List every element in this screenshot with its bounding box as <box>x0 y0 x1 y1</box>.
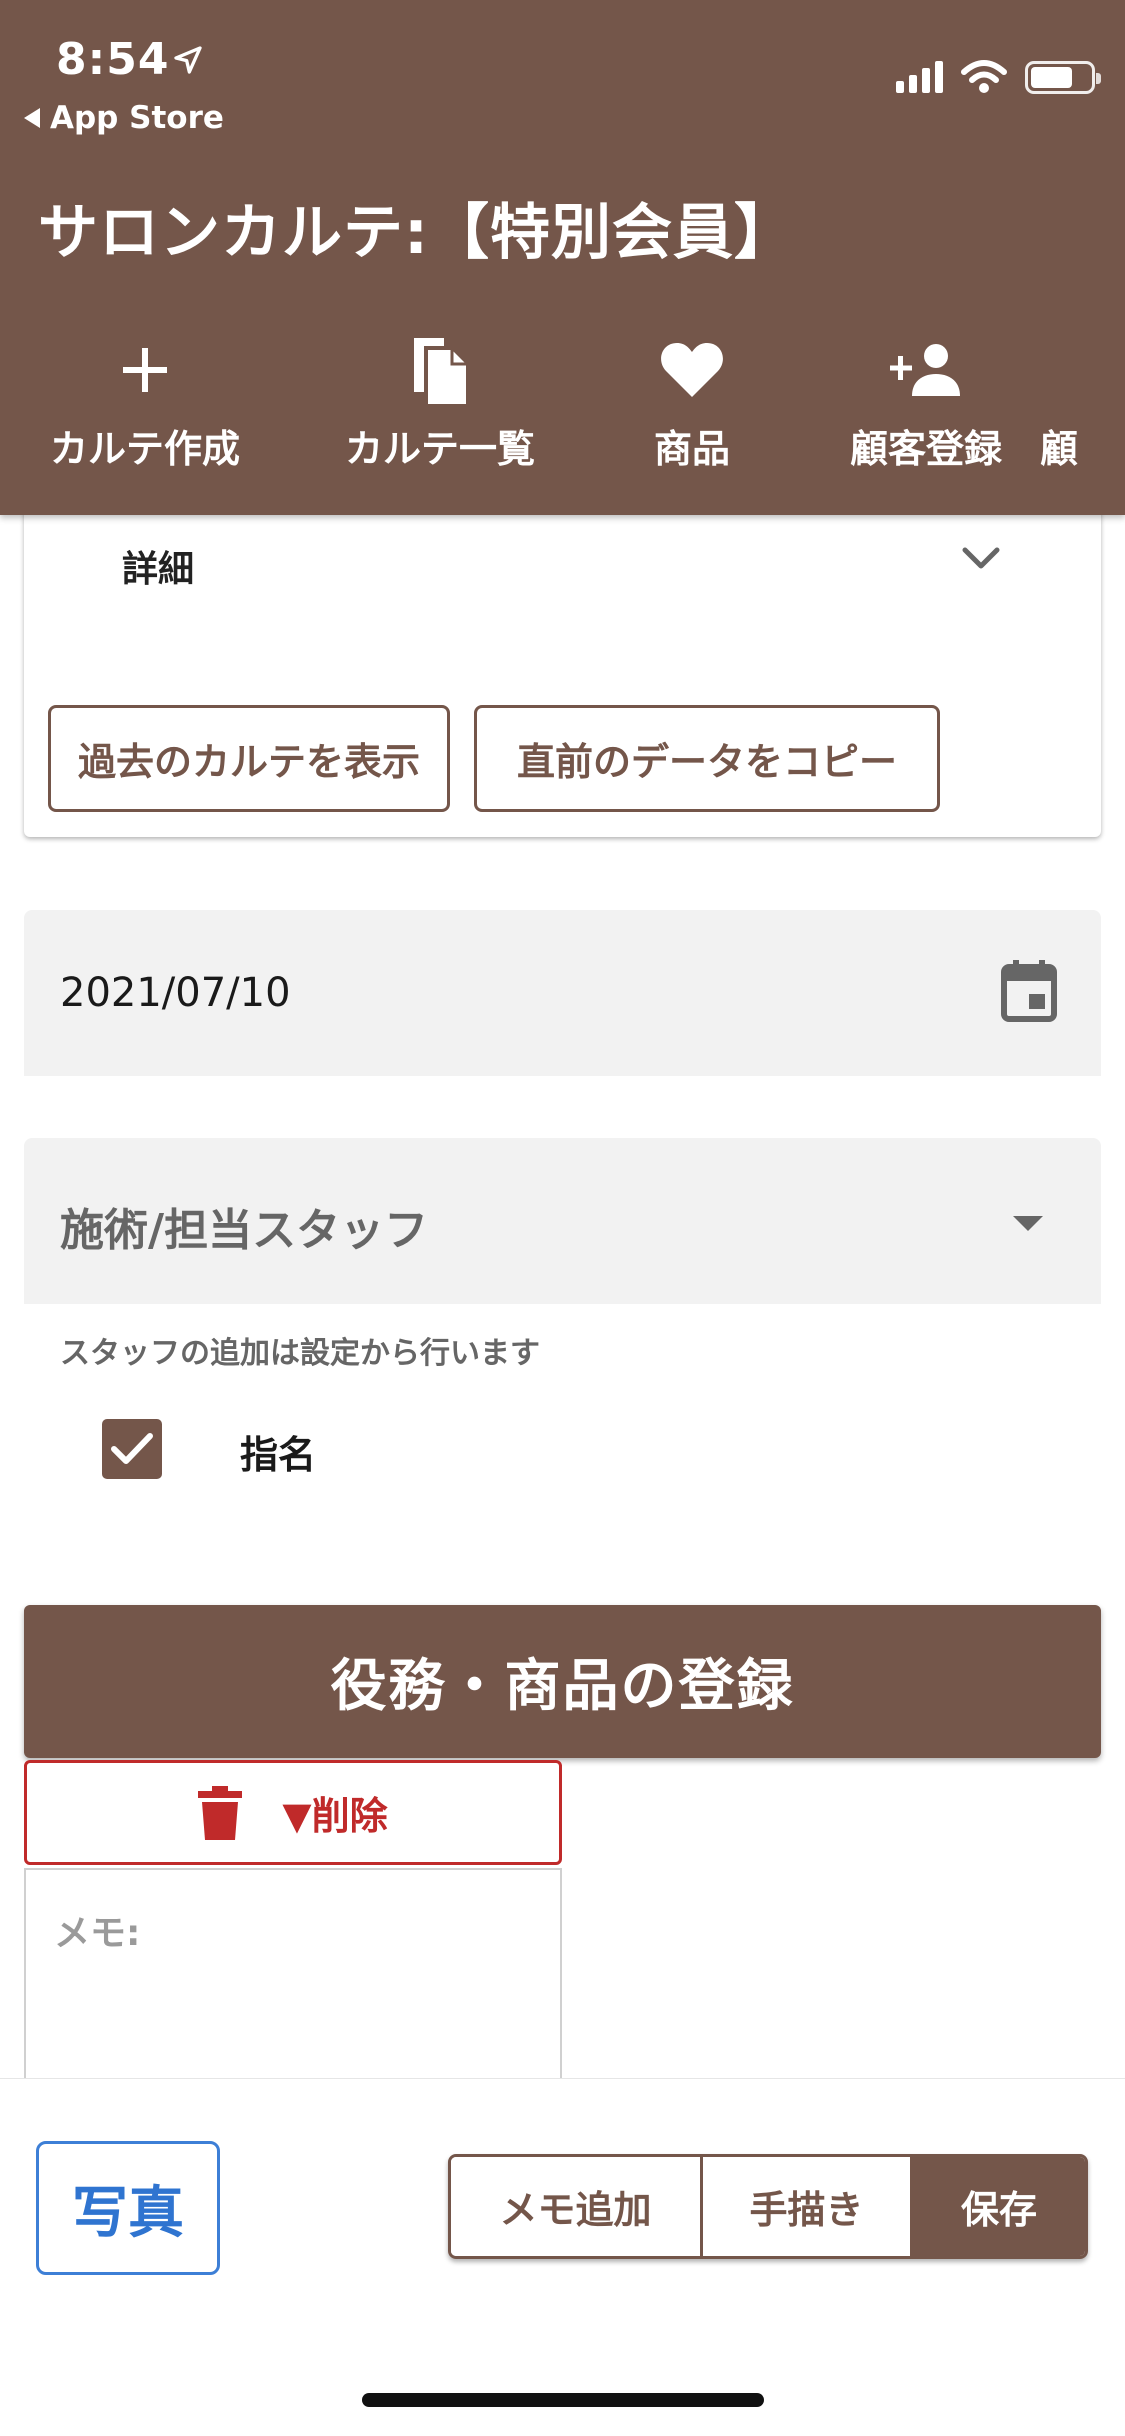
home-indicator[interactable] <box>362 2393 764 2407</box>
plus-icon <box>123 348 167 392</box>
back-to-app-store[interactable]: App Store <box>24 100 224 136</box>
show-past-charts-button[interactable]: 過去のカルテを表示 <box>48 705 450 812</box>
copy-previous-data-button[interactable]: 直前のデータをコピー <box>474 705 940 812</box>
location-arrow-icon <box>174 46 202 74</box>
delete-label: ▼削除 <box>282 1794 388 1838</box>
nav-create-chart[interactable]: カルテ作成 <box>25 330 265 473</box>
date-value: 2021/07/10 <box>60 970 291 1016</box>
photo-button[interactable]: 写真 <box>36 2141 220 2275</box>
nomination-label: 指名 <box>240 1433 317 1477</box>
nav-label: 顧 <box>1040 427 1079 471</box>
register-services-products-button[interactable]: 役務・商品の登録 <box>24 1605 1101 1758</box>
wifi-icon <box>961 60 1007 93</box>
add-person-icon <box>890 344 960 396</box>
nav-products[interactable]: 商品 <box>572 330 812 473</box>
delete-button[interactable]: ▼削除 <box>24 1760 562 1865</box>
app-header: 8:54 App Store サロンカルテ:【特別会員】 カルテ作成 カルテ一覧… <box>0 0 1125 515</box>
top-nav: カルテ作成 カルテ一覧 商品 顧客登録 顧 <box>0 330 1125 490</box>
add-memo-button[interactable]: メモ追加 <box>451 2157 703 2256</box>
checkmark-icon <box>111 1433 153 1464</box>
status-icons <box>896 60 1101 94</box>
staff-select[interactable]: 施術/担当スタッフ <box>24 1138 1101 1304</box>
page-title: サロンカルテ:【特別会員】 <box>38 198 795 268</box>
heart-icon <box>661 343 723 397</box>
nav-label: 顧客登録 <box>849 427 1002 471</box>
signal-icon <box>896 61 943 93</box>
dropdown-arrow-icon <box>1013 1216 1043 1231</box>
staff-hint: スタッフの追加は設定から行います <box>60 1336 540 1371</box>
save-button[interactable]: 保存 <box>913 2157 1085 2256</box>
nav-label: カルテ作成 <box>49 427 240 471</box>
status-time: 8:54 <box>56 34 170 85</box>
chevron-down-icon[interactable] <box>961 546 1001 572</box>
memo-textarea[interactable]: メモ: <box>24 1868 562 2088</box>
nav-chart-list[interactable]: カルテ一覧 <box>320 330 560 473</box>
copy-icon <box>414 338 466 404</box>
bottom-toolbar: 写真 メモ追加 手描き 保存 <box>0 2078 1125 2436</box>
calendar-icon[interactable] <box>1001 960 1057 1022</box>
nomination-checkbox[interactable] <box>102 1419 162 1479</box>
back-label: App Store <box>50 100 224 136</box>
battery-icon <box>1025 60 1101 94</box>
nav-register-customer[interactable]: 顧客登録 <box>806 330 1046 473</box>
trash-icon <box>198 1785 243 1840</box>
detail-card: 詳細 過去のカルテを表示 直前のデータをコピー <box>24 480 1101 837</box>
nav-label: 商品 <box>653 427 730 471</box>
date-field[interactable]: 2021/07/10 <box>24 910 1101 1076</box>
detail-label[interactable]: 詳細 <box>122 540 194 592</box>
nav-customer-partial[interactable]: 顧 <box>1040 330 1125 473</box>
memo-label: メモ: <box>54 1913 141 1954</box>
staff-select-label: 施術/担当スタッフ <box>60 1205 429 1256</box>
action-segment: メモ追加 手描き 保存 <box>448 2154 1088 2259</box>
handwrite-button[interactable]: 手描き <box>703 2157 913 2256</box>
back-arrow-icon <box>24 108 40 128</box>
nav-label: カルテ一覧 <box>344 427 535 471</box>
